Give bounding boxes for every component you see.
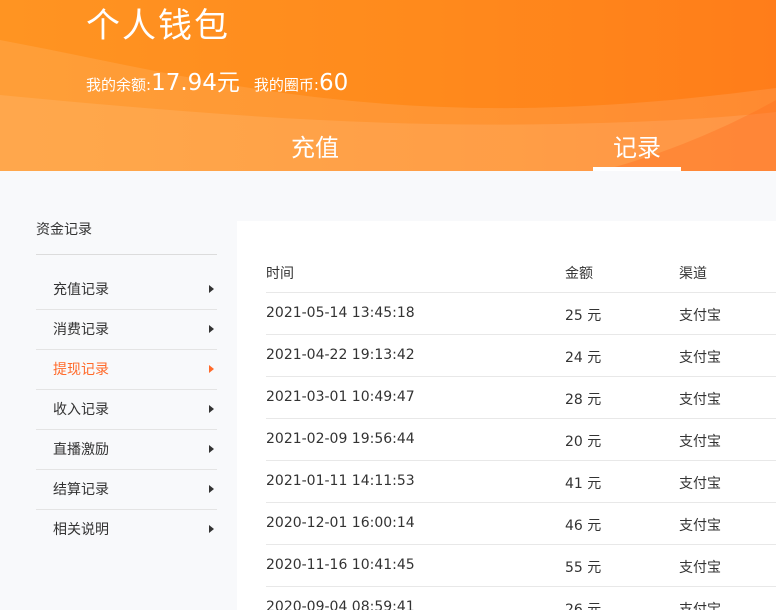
chevron-right-icon [209,525,214,533]
sidebar-item-label: 直播激励 [53,442,109,458]
cell-channel: 支付宝 [679,476,721,492]
sidebar-item-label: 结算记录 [53,482,109,498]
tab-charge[interactable]: 充值 [260,129,370,167]
cell-time: 2021-02-09 19:56:44 [266,431,415,447]
cell-channel: 支付宝 [679,350,721,366]
sidebar-item-income-records[interactable]: 收入记录 [36,390,217,430]
table-row: 2021-05-14 13:45:18 25 元 支付宝 [266,293,776,335]
sidebar-item-label: 提现记录 [53,362,109,378]
chevron-right-icon [209,445,214,453]
table-row: 2020-12-01 16:00:14 46 元 支付宝 [266,503,776,545]
cell-channel: 支付宝 [679,602,721,610]
table-row: 2021-03-01 10:49:47 28 元 支付宝 [266,377,776,419]
sidebar-item-live-incentive[interactable]: 直播激励 [36,430,217,470]
chevron-right-icon [209,405,214,413]
sidebar-menu: 充值记录 消费记录 提现记录 收入记录 直播激励 结算记录 相关说明 [36,270,217,550]
sidebar-item-settlement-records[interactable]: 结算记录 [36,470,217,510]
table-body: 2021-05-14 13:45:18 25 元 支付宝 2021-04-22 … [266,293,776,610]
sidebar-item-instructions[interactable]: 相关说明 [36,510,217,550]
sidebar-item-label: 相关说明 [53,522,109,538]
cell-amount: 20 元 [565,434,602,450]
cell-time: 2021-05-14 13:45:18 [266,305,415,321]
chevron-right-icon [209,285,214,293]
cell-time: 2020-12-01 16:00:14 [266,515,415,531]
table-header: 时间 金额 渠道 [266,250,776,293]
cell-channel: 支付宝 [679,518,721,534]
cell-amount: 24 元 [565,350,602,366]
chevron-right-icon [209,325,214,333]
cell-amount: 28 元 [565,392,602,408]
balance-summary: 我的余额:17.94元 我的圈币:60 [86,66,348,102]
table-row: 2021-04-22 19:13:42 24 元 支付宝 [266,335,776,377]
cell-amount: 26 元 [565,602,602,610]
header-amount: 金额 [565,266,593,282]
coins-value: 60 [318,70,349,96]
sidebar-title: 资金记录 [36,222,92,238]
cell-channel: 支付宝 [679,434,721,450]
sidebar-item-withdrawal-records[interactable]: 提现记录 [36,350,217,390]
sidebar: 资金记录 充值记录 消费记录 提现记录 收入记录 直播激励 结算记录 相关说明 [0,171,237,610]
sidebar-item-consumption-records[interactable]: 消费记录 [36,310,217,350]
cell-amount: 41 元 [565,476,602,492]
cell-amount: 46 元 [565,518,602,534]
chevron-right-icon [209,365,214,373]
wallet-header: 个人钱包 我的余额:17.94元 我的圈币:60 充值 记录 [0,0,776,171]
cell-time: 2021-03-01 10:49:47 [266,389,415,405]
table-row: 2020-09-04 08:59:41 26 元 支付宝 [266,587,776,610]
sidebar-divider [36,254,217,255]
cell-time: 2021-01-11 14:11:53 [266,473,415,489]
sidebar-item-label: 消费记录 [53,322,109,338]
cell-channel: 支付宝 [679,308,721,324]
content-top-strip [237,171,776,221]
table-row: 2021-02-09 19:56:44 20 元 支付宝 [266,419,776,461]
balance-value: 17.94元 [151,70,240,96]
records-table: 时间 金额 渠道 2021-05-14 13:45:18 25 元 支付宝 20… [237,221,776,610]
balance-label: 我的余额: [86,76,152,94]
cell-time: 2020-11-16 10:41:45 [266,557,415,573]
cell-channel: 支付宝 [679,392,721,408]
chevron-right-icon [209,485,214,493]
cell-amount: 55 元 [565,560,602,576]
header-time: 时间 [266,266,294,282]
page-title: 个人钱包 [86,6,230,46]
header-channel: 渠道 [679,266,707,282]
coins-label: 我的圈币: [253,76,319,94]
cell-channel: 支付宝 [679,560,721,576]
table-row: 2020-11-16 10:41:45 55 元 支付宝 [266,545,776,587]
sidebar-item-label: 充值记录 [53,282,109,298]
cell-time: 2020-09-04 08:59:41 [266,599,415,610]
sidebar-item-label: 收入记录 [53,402,109,418]
cell-amount: 25 元 [565,308,602,324]
tab-record[interactable]: 记录 [593,129,681,167]
table-row: 2021-01-11 14:11:53 41 元 支付宝 [266,461,776,503]
sidebar-item-recharge-records[interactable]: 充值记录 [36,270,217,310]
cell-time: 2021-04-22 19:13:42 [266,347,415,363]
